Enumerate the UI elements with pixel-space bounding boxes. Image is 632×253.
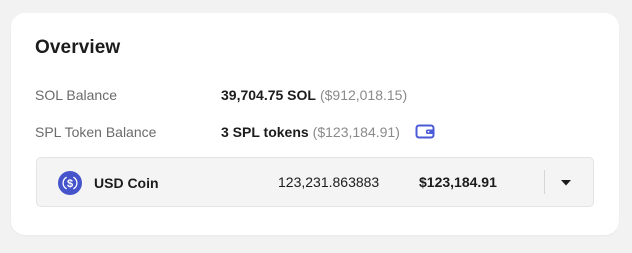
spl-balance-amount: 3 SPL tokens	[221, 124, 309, 140]
divider	[544, 170, 545, 194]
spl-balance-value: 3 SPL tokens ($123,184.91)	[221, 124, 400, 140]
spl-balance-usd: ($123,184.91)	[312, 124, 400, 140]
page-title: Overview	[35, 37, 121, 58]
wallet-icon[interactable]	[415, 123, 435, 140]
token-name: USD Coin	[94, 175, 159, 191]
sol-balance-amount: 39,704.75 SOL	[221, 87, 316, 103]
token-amount: 123,231.863883	[278, 174, 380, 190]
sol-balance-usd: ($912,018.15)	[319, 87, 408, 103]
spl-balance-label: SPL Token Balance	[35, 124, 157, 140]
sol-balance-value: 39,704.75 SOL ($912,018.15)	[221, 87, 407, 103]
overview-card: Overview SOL Balance 39,704.75 SOL ($912,…	[11, 13, 619, 235]
token-usd-value: $123,184.91	[419, 174, 497, 190]
chevron-down-icon	[553, 180, 579, 198]
usdc-coin-icon: $	[58, 171, 82, 195]
svg-text:$: $	[67, 178, 73, 190]
token-row[interactable]: $ USD Coin 123,231.863883 $123,184.91	[36, 157, 594, 207]
sol-balance-label: SOL Balance	[35, 87, 117, 103]
expand-toggle-button[interactable]	[553, 172, 579, 194]
